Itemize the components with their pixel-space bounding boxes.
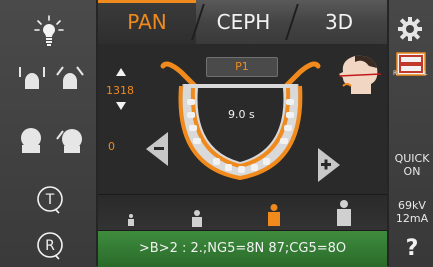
gear-icon[interactable]: [397, 16, 423, 42]
height-down-icon[interactable]: [116, 102, 126, 110]
dental-arch-image: [160, 61, 321, 181]
pan-view: 1318 0 P1 9.0 s: [98, 44, 387, 194]
test-mode-button[interactable]: T: [35, 184, 65, 214]
decrease-button[interactable]: [146, 132, 168, 166]
height-value: 1318: [106, 84, 134, 97]
quick-label: QUICK: [394, 152, 430, 165]
quick-toggle[interactable]: QUICK ON: [389, 152, 433, 178]
svg-text:T: T: [45, 192, 55, 208]
tab-3d[interactable]: 3D: [291, 0, 387, 44]
head-profile-icon: [338, 55, 382, 94]
patient-size-s[interactable]: [191, 210, 203, 227]
right-panel: R L QUICK ON 69kV 12mA ?: [387, 0, 433, 266]
ma-value: 12mA: [395, 212, 429, 225]
patient-size-xs[interactable]: [127, 213, 135, 227]
light-bulb-icon[interactable]: [34, 14, 64, 48]
height-up-icon[interactable]: [116, 68, 126, 76]
exposure-time: 9.0 s: [228, 108, 255, 121]
mode-tabs: PAN CEPH 3D: [98, 0, 387, 44]
kv-value: 69kV: [398, 199, 426, 212]
status-bar: >B>2 : 2.;NG5=8N 87;CG5=8O: [98, 230, 387, 267]
zero-value: 0: [108, 140, 115, 153]
head-rotate-icon[interactable]: [55, 125, 85, 155]
patient-size-m[interactable]: [267, 204, 281, 226]
tab-ceph[interactable]: CEPH: [196, 0, 291, 44]
main-area: PAN CEPH 3D 1318 0 P1 9.0 s >B>2: 2.;NG…: [98, 0, 387, 267]
head-tilt-down-icon[interactable]: [55, 63, 85, 91]
reset-button[interactable]: R: [35, 230, 65, 260]
patient-size-strip: [98, 194, 387, 231]
exposure-settings[interactable]: 69kV 12mA: [389, 199, 433, 225]
help-button[interactable]: ?: [389, 236, 433, 261]
svg-text:R: R: [45, 238, 55, 254]
increase-button[interactable]: [318, 148, 340, 182]
head-front-icon[interactable]: [16, 125, 46, 155]
left-panel: T R: [0, 0, 98, 266]
lr-left-label: R: [393, 70, 398, 77]
quick-state: ON: [403, 165, 421, 178]
teeth-preview-button[interactable]: R L: [393, 52, 429, 78]
tab-pan[interactable]: PAN: [98, 0, 196, 44]
head-tilt-up-icon[interactable]: [18, 63, 46, 91]
patient-size-l[interactable]: [336, 200, 352, 226]
lr-right-label: L: [424, 70, 428, 77]
